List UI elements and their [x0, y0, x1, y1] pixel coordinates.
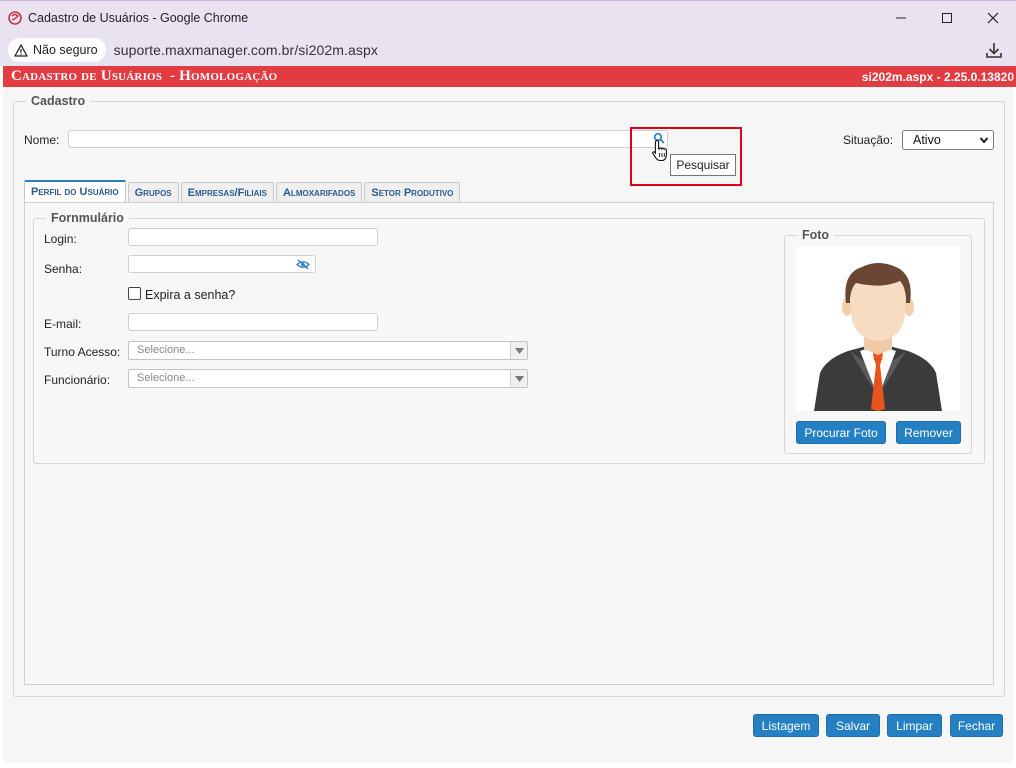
remover-foto-button[interactable]: Remover — [896, 421, 961, 444]
page-body: Cadastro Nome: Pesquisar Situação: Ativo… — [3, 87, 1013, 763]
nome-input[interactable] — [68, 130, 668, 148]
tab-label: Almoxarifados — [282, 186, 356, 199]
limpar-label: Limpar — [896, 718, 933, 733]
page-title: Cadastro de Usuários - Homologação — [11, 68, 278, 84]
tab-label: Empresas/Filiais — [187, 186, 267, 199]
tab-label: Perfil do Usuário — [31, 186, 119, 198]
cadastro-legend: Cadastro — [31, 94, 86, 108]
turno-acesso-placeholder: Selecione... — [137, 344, 195, 356]
window-titlebar: Cadastro de Usuários - Google Chrome — [0, 0, 1016, 34]
situacao-select[interactable]: Ativo — [902, 130, 994, 150]
foto-legend: Foto — [802, 228, 830, 242]
app-header: Cadastro de Usuários - Homologação si202… — [3, 66, 1016, 87]
situacao-value: Ativo — [913, 133, 941, 147]
user-photo — [796, 247, 960, 411]
expira-label: Expira a senha? — [145, 288, 236, 302]
url-field[interactable]: suporte.maxmanager.com.br/si202m.aspx — [114, 42, 378, 58]
highlight-box — [630, 127, 742, 186]
listagem-label: Listagem — [761, 718, 811, 733]
caret-down-icon — [514, 347, 524, 354]
address-bar: Não seguro suporte.maxmanager.com.br/si2… — [0, 34, 1016, 66]
tab-almoxarifados[interactable]: Almoxarifados — [275, 182, 363, 202]
minimize-button[interactable] — [878, 1, 924, 35]
eye-off-icon[interactable] — [296, 259, 310, 270]
download-icon[interactable] — [984, 40, 1004, 60]
warning-icon — [14, 43, 28, 57]
turno-dropdown-button[interactable] — [510, 342, 527, 359]
funcionario-combo[interactable]: Selecione... — [128, 369, 528, 388]
tab-empresas-filiais[interactable]: Empresas/Filiais — [180, 182, 274, 202]
tab-grupos[interactable]: Grupos — [127, 182, 179, 202]
situacao-label: Situação: — [843, 133, 894, 147]
funcionario-label: Funcionário: — [44, 373, 111, 387]
expira-checkbox[interactable] — [128, 287, 141, 300]
salvar-label: Salvar — [835, 718, 870, 733]
maximize-icon — [942, 13, 952, 23]
tab-setor-produtivo[interactable]: Setor Produtivo — [364, 182, 461, 202]
minimize-icon — [896, 17, 906, 19]
funcionario-placeholder: Selecione... — [137, 372, 195, 384]
login-input[interactable] — [128, 228, 378, 246]
caret-down-icon — [514, 375, 524, 382]
turno-acesso-label: Turno Acesso: — [44, 345, 121, 359]
tab-bar: Perfil do Usuário Grupos Empresas/Filiai… — [24, 180, 461, 202]
security-indicator[interactable]: Não seguro — [8, 38, 106, 62]
turno-acesso-combo[interactable]: Selecione... — [128, 341, 528, 360]
senha-label: Senha: — [44, 262, 83, 276]
tab-label: Grupos — [134, 186, 172, 199]
window-title: Cadastro de Usuários - Google Chrome — [28, 10, 249, 25]
nome-label: Nome: — [24, 133, 60, 147]
fechar-label: Fechar — [957, 718, 996, 733]
fechar-button[interactable]: Fechar — [950, 714, 1003, 737]
maximize-button[interactable] — [924, 1, 970, 35]
limpar-button[interactable]: Limpar — [887, 714, 942, 737]
email-input[interactable] — [128, 313, 378, 331]
senha-input[interactable] — [128, 255, 316, 273]
app-icon — [8, 10, 22, 25]
funcionario-dropdown-button[interactable] — [510, 370, 527, 387]
email-label: E-mail: — [44, 317, 82, 331]
default-avatar-icon — [814, 263, 942, 411]
procurar-foto-label: Procurar Foto — [804, 425, 878, 440]
listagem-button[interactable]: Listagem — [753, 714, 819, 737]
security-label: Não seguro — [33, 43, 98, 57]
chevron-down-icon — [979, 137, 989, 144]
formulario-legend: Fornmulário — [51, 211, 124, 225]
remover-foto-label: Remover — [904, 425, 953, 440]
close-window-button[interactable] — [970, 1, 1016, 35]
version-label: si202m.aspx - 2.25.0.13820 — [861, 69, 1014, 84]
close-icon — [987, 12, 999, 24]
salvar-button[interactable]: Salvar — [826, 714, 880, 737]
tab-perfil-usuario[interactable]: Perfil do Usuário — [24, 180, 126, 202]
login-label: Login: — [44, 232, 77, 246]
tab-label: Setor Produtivo — [371, 186, 454, 199]
procurar-foto-button[interactable]: Procurar Foto — [796, 421, 886, 444]
